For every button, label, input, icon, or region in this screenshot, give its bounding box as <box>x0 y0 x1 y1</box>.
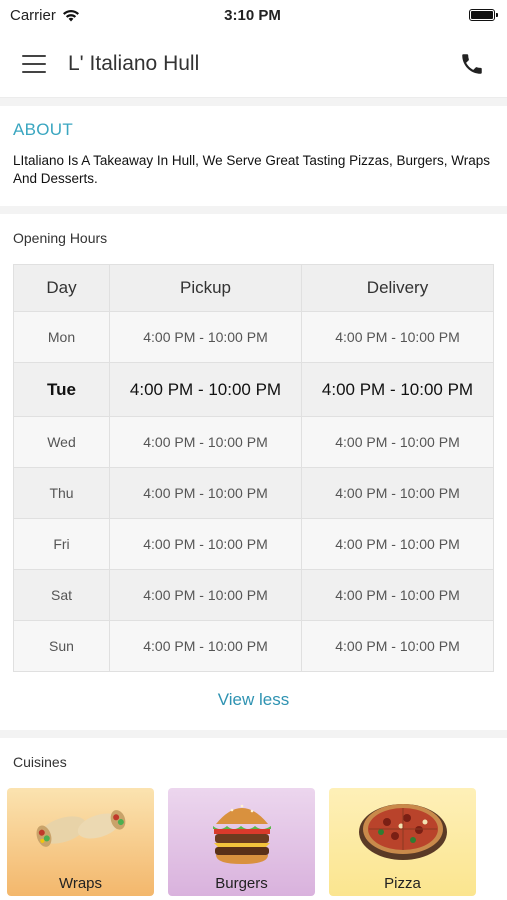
pickup-cell: 4:00 PM - 10:00 PM <box>109 416 302 468</box>
pickup-cell: 4:00 PM - 10:00 PM <box>109 311 302 363</box>
day-cell: Sun <box>13 620 110 672</box>
status-time: 3:10 PM <box>224 6 281 24</box>
table-row: Sat 4:00 PM - 10:00 PM 4:00 PM - 10:00 P… <box>13 569 494 621</box>
delivery-cell: 4:00 PM - 10:00 PM <box>301 467 494 519</box>
table-header-row: Day Pickup Delivery <box>13 264 494 312</box>
delivery-cell: 4:00 PM - 10:00 PM <box>301 362 494 417</box>
header-day: Day <box>13 264 110 312</box>
cuisine-label: Pizza <box>384 875 421 892</box>
pickup-cell: 4:00 PM - 10:00 PM <box>109 518 302 570</box>
pizza-image <box>358 804 447 860</box>
wraps-image <box>36 810 125 847</box>
table-row: Thu 4:00 PM - 10:00 PM 4:00 PM - 10:00 P… <box>13 467 494 519</box>
opening-hours-table: Day Pickup Delivery Mon 4:00 PM - 10:00 … <box>13 264 494 672</box>
table-row: Wed 4:00 PM - 10:00 PM 4:00 PM - 10:00 P… <box>13 416 494 468</box>
cuisine-label: Wraps <box>58 875 103 892</box>
header-pickup: Pickup <box>109 264 302 312</box>
day-cell: Fri <box>13 518 110 570</box>
about-title: ABOUT <box>13 120 74 139</box>
wifi-icon <box>62 9 79 21</box>
section-divider <box>0 98 507 106</box>
burger-image <box>212 804 271 864</box>
section-divider <box>0 730 507 738</box>
cuisines-section: Cuisines <box>0 738 507 770</box>
day-cell: Thu <box>13 467 110 519</box>
cuisine-list: Wraps Burgers Pizza <box>0 770 507 896</box>
section-divider <box>0 206 507 214</box>
cuisines-label: Cuisines <box>13 754 67 770</box>
table-row-today: Tue 4:00 PM - 10:00 PM 4:00 PM - 10:00 P… <box>13 362 494 417</box>
pickup-cell: 4:00 PM - 10:00 PM <box>109 620 302 672</box>
hamburger-menu-icon[interactable] <box>22 54 46 73</box>
page-title: L' Italiano Hull <box>68 51 200 75</box>
delivery-cell: 4:00 PM - 10:00 PM <box>301 569 494 621</box>
opening-hours-label: Opening Hours <box>13 230 108 246</box>
cuisine-card-wraps[interactable]: Wraps <box>7 788 154 896</box>
cuisine-card-pizza[interactable]: Pizza <box>329 788 476 896</box>
delivery-cell: 4:00 PM - 10:00 PM <box>301 620 494 672</box>
table-row: Mon 4:00 PM - 10:00 PM 4:00 PM - 10:00 P… <box>13 311 494 363</box>
header-delivery: Delivery <box>301 264 494 312</box>
status-left: Carrier <box>10 7 150 24</box>
day-cell: Sat <box>13 569 110 621</box>
table-row: Sun 4:00 PM - 10:00 PM 4:00 PM - 10:00 P… <box>13 620 494 672</box>
delivery-cell: 4:00 PM - 10:00 PM <box>301 311 494 363</box>
delivery-cell: 4:00 PM - 10:00 PM <box>301 416 494 468</box>
about-section: ABOUT LItaliano Is A Takeaway In Hull, W… <box>0 106 507 206</box>
carrier-label: Carrier <box>10 6 56 24</box>
delivery-cell: 4:00 PM - 10:00 PM <box>301 518 494 570</box>
status-right <box>355 9 498 21</box>
cuisine-label: Burgers <box>215 875 268 892</box>
pickup-cell: 4:00 PM - 10:00 PM <box>109 467 302 519</box>
cuisine-card-burgers[interactable]: Burgers <box>168 788 315 896</box>
status-bar: Carrier 3:10 PM <box>0 0 507 30</box>
day-cell: Mon <box>13 311 110 363</box>
phone-icon[interactable] <box>459 51 485 77</box>
battery-icon <box>468 9 498 21</box>
nav-bar: L' Italiano Hull <box>0 30 507 98</box>
opening-hours-section: Opening Hours Day Pickup Delivery Mon 4:… <box>0 214 507 730</box>
view-less-link[interactable]: View less <box>13 672 494 730</box>
pickup-cell: 4:00 PM - 10:00 PM <box>109 362 302 417</box>
day-cell: Tue <box>13 362 110 417</box>
about-text: LItaliano Is A Takeaway In Hull, We Serv… <box>13 153 490 186</box>
day-cell: Wed <box>13 416 110 468</box>
pickup-cell: 4:00 PM - 10:00 PM <box>109 569 302 621</box>
table-row: Fri 4:00 PM - 10:00 PM 4:00 PM - 10:00 P… <box>13 518 494 570</box>
